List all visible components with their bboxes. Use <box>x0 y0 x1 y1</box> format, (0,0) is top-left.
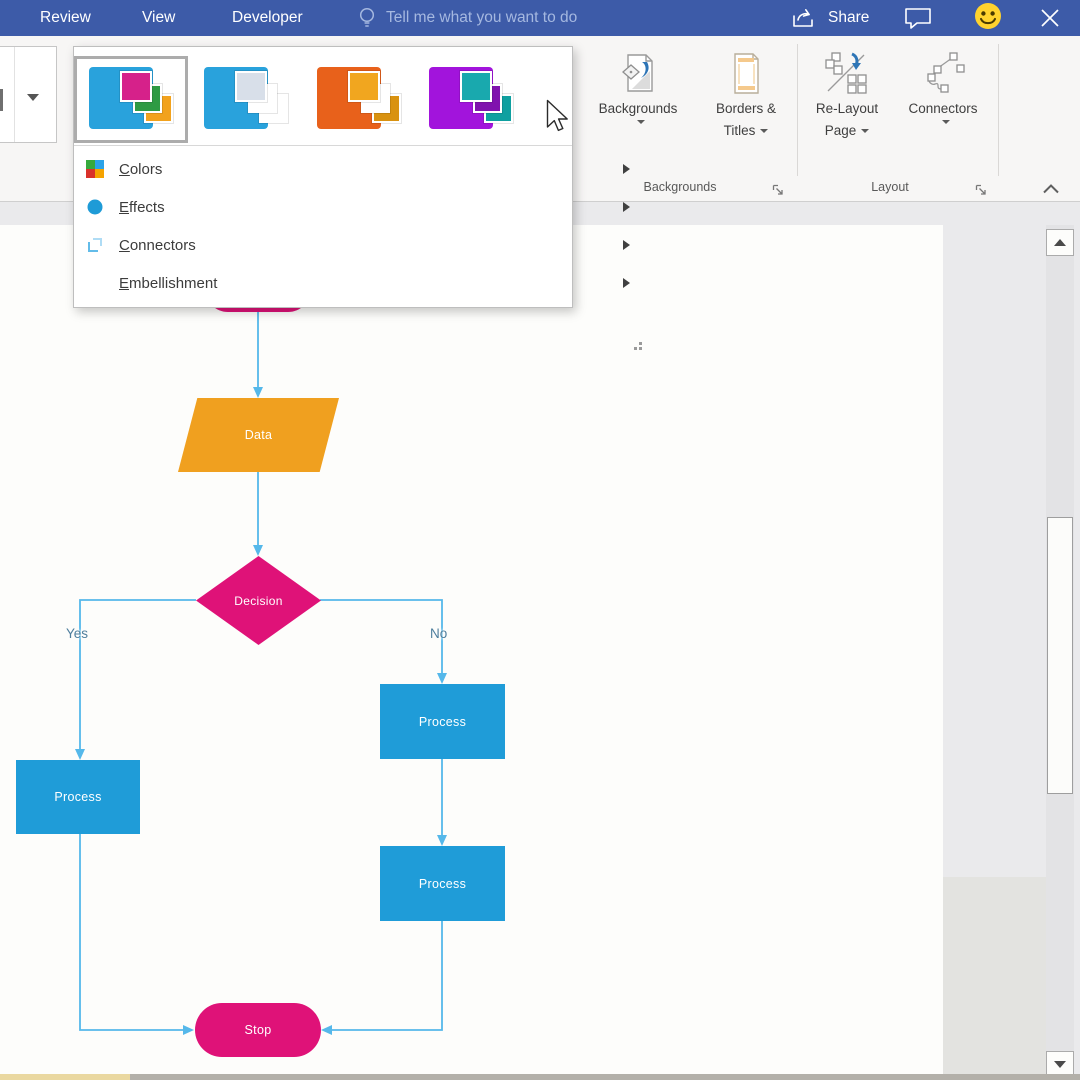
menu-item-effects[interactable]: Effects <box>74 188 572 226</box>
connectors-button[interactable]: Connectors <box>893 44 993 166</box>
group-label-layout: Layout <box>801 180 979 194</box>
variant-swatch <box>120 71 152 102</box>
scroll-up-icon <box>1054 239 1066 246</box>
data-shape-label: Data <box>245 428 273 442</box>
tab-review[interactable]: Review <box>40 0 91 36</box>
theme-thumb-edge <box>0 89 3 111</box>
visio-window: Review View Developer Tell me what you w… <box>0 0 1080 1080</box>
menu-item-label: Embellishment <box>119 275 217 292</box>
relayout-page-icon <box>824 50 870 98</box>
connectors-ribbon-icon <box>921 50 965 98</box>
gallery-more-arrow-icon[interactable] <box>27 94 39 101</box>
tab-review-label: Review <box>40 9 91 27</box>
connectors-caret <box>937 120 950 124</box>
backgrounds-dialog-launcher-icon[interactable] <box>772 183 784 201</box>
share-label: Share <box>828 9 869 27</box>
process-shape-left[interactable]: Process <box>16 760 140 834</box>
borders-titles-icon <box>727 50 765 98</box>
variant-swatch <box>460 71 492 102</box>
edge-label-yes[interactable]: Yes <box>66 626 88 641</box>
effects-circle-icon <box>84 198 106 216</box>
borders-titles-label-1: Borders & <box>716 98 776 120</box>
variant-thumb-2[interactable] <box>204 65 288 133</box>
submenu-arrow-icon <box>623 202 630 212</box>
group-label-backgrounds: Backgrounds <box>582 180 778 194</box>
vertical-scrollbar-thumb[interactable] <box>1047 517 1073 794</box>
canvas-corner-panel <box>943 877 1046 1074</box>
connectors-bracket-icon <box>84 236 106 254</box>
tab-view-label: View <box>142 9 175 27</box>
stop-terminator-shape[interactable]: Stop <box>195 1003 321 1057</box>
menu-item-label: Connectors <box>119 237 196 254</box>
close-icon[interactable] <box>1040 0 1060 36</box>
submenu-arrow-icon <box>623 278 630 288</box>
tellme-placeholder: Tell me what you want to do <box>386 9 577 27</box>
tab-view[interactable]: View <box>142 0 175 36</box>
tellme-box[interactable]: Tell me what you want to do <box>386 0 577 36</box>
borders-titles-label-2: Titles <box>724 120 769 142</box>
bottom-strip <box>130 1074 1080 1080</box>
relayout-label-1: Re-Layout <box>816 98 878 120</box>
comments-icon[interactable] <box>903 0 933 36</box>
relayout-page-button[interactable]: Re-Layout Page <box>801 44 893 166</box>
group-separator <box>797 44 798 176</box>
relayout-label-2: Page <box>825 120 870 142</box>
bottom-strip-accent <box>0 1074 130 1080</box>
smiley-feedback-icon[interactable] <box>974 0 1002 36</box>
menu-item-embellishment[interactable]: Embellishment <box>74 264 572 302</box>
scroll-down-icon <box>1054 1061 1066 1068</box>
dropdown-caret-icon <box>637 120 645 124</box>
variant-swatch <box>348 71 380 102</box>
collapse-ribbon-icon[interactable] <box>1042 182 1060 200</box>
process-shape-right-top[interactable]: Process <box>380 684 505 759</box>
share-icon <box>790 0 818 36</box>
process-label: Process <box>419 877 466 891</box>
menu-item-connectors[interactable]: Connectors <box>74 226 572 264</box>
variants-gallery <box>74 47 572 146</box>
dropdown-caret-icon <box>760 129 768 133</box>
menu-item-label: Colors <box>119 161 162 178</box>
data-shape[interactable]: Data <box>178 398 339 472</box>
process-shape-right-bottom[interactable]: Process <box>380 846 505 921</box>
tab-developer[interactable]: Developer <box>232 0 303 36</box>
edge-label-no[interactable]: No <box>430 626 447 641</box>
themes-gallery-stub <box>0 46 57 143</box>
theme-variants-popup: Colors Effects Connectors Embellishment <box>73 46 573 308</box>
gallery-divider <box>14 47 15 142</box>
menu-item-label: Effects <box>119 199 165 216</box>
drawing-canvas <box>0 202 1080 1074</box>
dropdown-caret-icon <box>942 120 950 124</box>
process-label: Process <box>54 790 101 804</box>
lightbulb-icon <box>356 0 378 36</box>
menu-item-colors[interactable]: Colors <box>74 150 572 188</box>
variant-thumb-1[interactable] <box>89 65 173 133</box>
variant-thumb-4[interactable] <box>429 65 513 133</box>
decision-shape-label: Decision <box>234 594 282 608</box>
backgrounds-label: Backgrounds <box>599 98 678 120</box>
submenu-arrow-icon <box>623 240 630 250</box>
backgrounds-button[interactable]: Backgrounds <box>582 44 694 166</box>
scroll-up-button[interactable] <box>1046 229 1074 256</box>
colors-grid-icon <box>84 160 106 178</box>
stop-shape-label: Stop <box>245 1023 272 1037</box>
variants-dropdown-menu: Colors Effects Connectors Embellishment <box>74 146 572 307</box>
variant-swatch <box>235 71 267 102</box>
menu-resize-grip[interactable] <box>630 338 642 350</box>
drawing-page[interactable] <box>0 225 943 1074</box>
layout-dialog-launcher-icon[interactable] <box>975 183 987 201</box>
backgrounds-caret <box>632 120 645 124</box>
title-bar: Review View Developer Tell me what you w… <box>0 0 1080 36</box>
connectors-label: Connectors <box>908 98 977 120</box>
dropdown-caret-icon <box>861 129 869 133</box>
tab-developer-label: Developer <box>232 9 303 27</box>
submenu-arrow-icon <box>623 164 630 174</box>
backgrounds-icon <box>618 50 658 98</box>
group-separator <box>998 44 999 176</box>
share-button[interactable]: Share <box>828 0 869 36</box>
process-label: Process <box>419 715 466 729</box>
borders-titles-button[interactable]: Borders & Titles <box>694 44 798 166</box>
variant-thumb-3[interactable] <box>317 65 401 133</box>
